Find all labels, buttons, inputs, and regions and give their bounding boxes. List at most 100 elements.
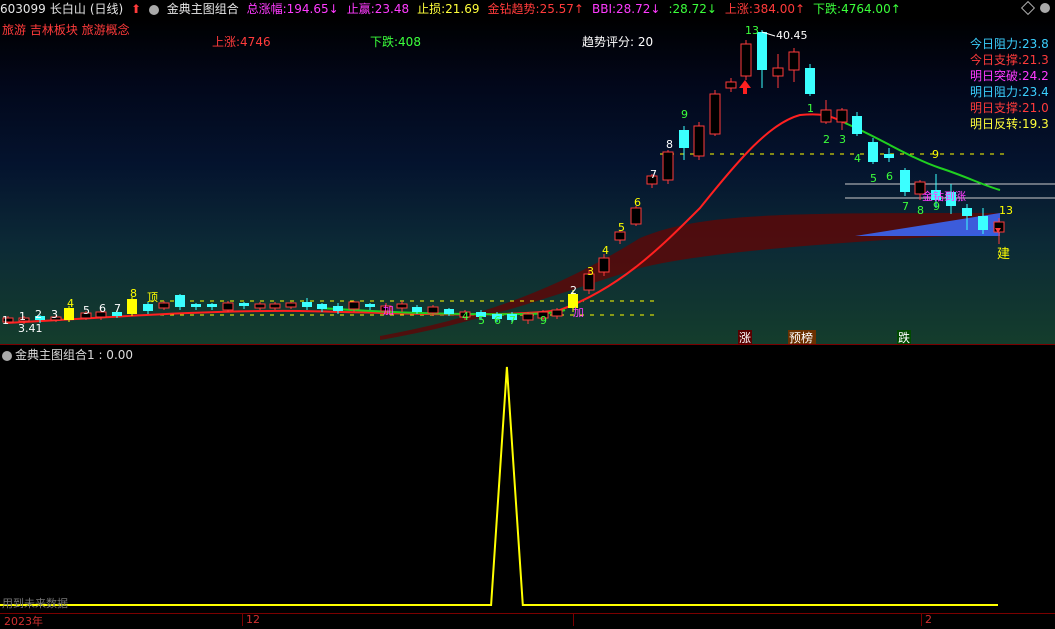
price-level-row: 明日反转:19.3 bbox=[970, 116, 1055, 132]
sequence-label: 8 bbox=[917, 204, 924, 217]
die-signal-label: 跌 bbox=[898, 330, 910, 344]
price-level-panel: 今日阻力:23.8 今日支撑:21.3 明日突破:24.2 明日阻力:23.4 明日支撑… bbox=[970, 36, 1055, 132]
future-data-note: 用到未来数据 bbox=[2, 597, 68, 610]
candle-body bbox=[630, 207, 642, 225]
sequence-label: 5 bbox=[478, 314, 485, 327]
low-price-label: 3.41 bbox=[18, 322, 43, 335]
zhang-signal-label: 涨 bbox=[739, 330, 751, 344]
sequence-label: 9 bbox=[932, 148, 939, 161]
header-metric: 止损:21.69 bbox=[417, 2, 483, 16]
up-arrow-icon: ⬆ bbox=[131, 2, 142, 16]
sub-indicator-chart[interactable] bbox=[0, 345, 1055, 613]
sequence-label: 7 bbox=[114, 302, 121, 315]
sequence-label: 4 bbox=[602, 244, 609, 257]
sequence-label: 5 bbox=[870, 172, 877, 185]
sub-dropdown-icon[interactable] bbox=[2, 350, 12, 361]
candle-body bbox=[222, 302, 234, 311]
sequence-label: 8 bbox=[666, 138, 673, 151]
candle-body bbox=[333, 306, 343, 311]
header-metric-label: 上涨: bbox=[724, 2, 753, 16]
candle-body bbox=[978, 216, 988, 230]
candle-body bbox=[365, 304, 375, 307]
yubang-signal-label: 预榜 bbox=[789, 330, 813, 344]
header-metric-label: 下跌: bbox=[813, 2, 842, 16]
candle-body bbox=[679, 130, 689, 148]
candle-body bbox=[317, 304, 327, 309]
candle-body bbox=[522, 313, 534, 321]
sequence-label: 13 bbox=[999, 204, 1013, 217]
price-level-label: 明日阻力: bbox=[970, 85, 1023, 99]
add-signal-label: 加 bbox=[383, 304, 394, 317]
price-level-label: 明日突破: bbox=[970, 69, 1023, 83]
sub-chart-title[interactable]: 金典主图组合1 : 0.00 bbox=[2, 346, 133, 363]
candle-body bbox=[709, 93, 721, 135]
stock-code: 603099 bbox=[0, 2, 46, 16]
sequence-label: 3 bbox=[839, 133, 846, 146]
candle-body bbox=[207, 304, 217, 307]
x-axis: 2023年 12 2 bbox=[0, 613, 1055, 628]
candle-body bbox=[158, 302, 170, 309]
sequence-labels: 1 1 2 345 6 78 234567891312 345 67 8 9 1394 5 6 7 9 bbox=[2, 24, 1013, 327]
indicator-name[interactable]: 金典主图组合 bbox=[167, 2, 239, 16]
price-level-row: 今日支撑:21.3 bbox=[970, 52, 1055, 68]
candle-body bbox=[820, 109, 832, 123]
header-metric: 下跌:4764.00↑ bbox=[813, 2, 905, 16]
price-level-row: 今日阻力:23.8 bbox=[970, 36, 1055, 52]
stock-name: 长白山 bbox=[49, 2, 86, 16]
x-axis-tick bbox=[573, 614, 574, 626]
header-metric: 总涨幅:194.65↓ bbox=[247, 2, 343, 16]
candle-body bbox=[239, 303, 249, 306]
top-signal-label: 顶 bbox=[147, 291, 158, 304]
header-metric: 上涨:384.00↑ bbox=[725, 2, 809, 16]
sequence-label: 6 bbox=[886, 170, 893, 183]
header-metric-value: 384.00 bbox=[752, 2, 795, 16]
panel-settings-icon[interactable] bbox=[1040, 3, 1050, 13]
concept-tags[interactable]: 旅游 吉林板块 旅游概念 bbox=[2, 21, 130, 38]
period-label: (日线) bbox=[89, 2, 124, 16]
x-axis-tick bbox=[921, 614, 922, 626]
price-level-value: 19.3 bbox=[1022, 117, 1049, 131]
golden-drill-label: 金钻到涨 bbox=[922, 189, 966, 203]
header-metric-arrow: ↑ bbox=[794, 2, 806, 16]
x-axis-tick bbox=[242, 614, 243, 626]
header-metric-value: 28.72 bbox=[672, 2, 707, 16]
candles-group bbox=[2, 30, 1005, 324]
sequence-label: 1 bbox=[807, 102, 814, 115]
header-metric-value: 28.72 bbox=[616, 2, 651, 16]
candle-body bbox=[740, 43, 752, 77]
price-level-row: 明日支撑:21.0 bbox=[970, 100, 1055, 116]
sequence-label: 5 bbox=[83, 304, 90, 317]
price-level-value: 23.8 bbox=[1022, 37, 1049, 51]
header-metric-arrow: ↓ bbox=[706, 2, 717, 16]
candle-body bbox=[127, 299, 137, 314]
sequence-label: 2 bbox=[823, 133, 830, 146]
candle-body bbox=[805, 68, 815, 94]
candle-body bbox=[693, 125, 705, 157]
sequence-label: 4 bbox=[462, 310, 469, 323]
candle-body bbox=[852, 116, 862, 134]
sequence-label: 7 bbox=[650, 168, 657, 181]
header-metric-label: 总涨幅: bbox=[246, 2, 287, 16]
x-axis-label-year: 2023年 bbox=[4, 615, 43, 628]
sequence-label: 9 bbox=[681, 108, 688, 121]
header-metric-arrow: ↓ bbox=[328, 2, 339, 16]
sequence-label: 6 bbox=[494, 314, 501, 327]
build-signal-label: 建 bbox=[997, 247, 1010, 262]
buy-arrow-icon bbox=[739, 80, 751, 94]
price-level-label: 明日反转: bbox=[970, 117, 1023, 131]
price-level-label: 明日支撑: bbox=[970, 101, 1023, 115]
candle-body bbox=[868, 142, 878, 162]
candle-body bbox=[191, 304, 201, 307]
rise-count-label: 上涨:4746 bbox=[212, 34, 271, 49]
sequence-label: 5 bbox=[618, 221, 625, 234]
header-metric: BBI:28.72↓ bbox=[592, 2, 664, 16]
indicator-dropdown-icon[interactable] bbox=[148, 4, 159, 15]
candle-body bbox=[772, 67, 784, 77]
candle-body bbox=[427, 306, 439, 314]
sequence-label: 2 bbox=[35, 308, 42, 321]
sequence-label: 6 bbox=[99, 302, 106, 315]
candle-body bbox=[757, 32, 767, 70]
main-candle-chart[interactable]: 1 1 2 345 6 78 234567891312 345 67 8 9 1394 5 6 7 9 上涨:… bbox=[0, 18, 1055, 344]
candle-body bbox=[900, 170, 910, 192]
price-level-row: 明日阻力:23.4 bbox=[970, 84, 1055, 100]
